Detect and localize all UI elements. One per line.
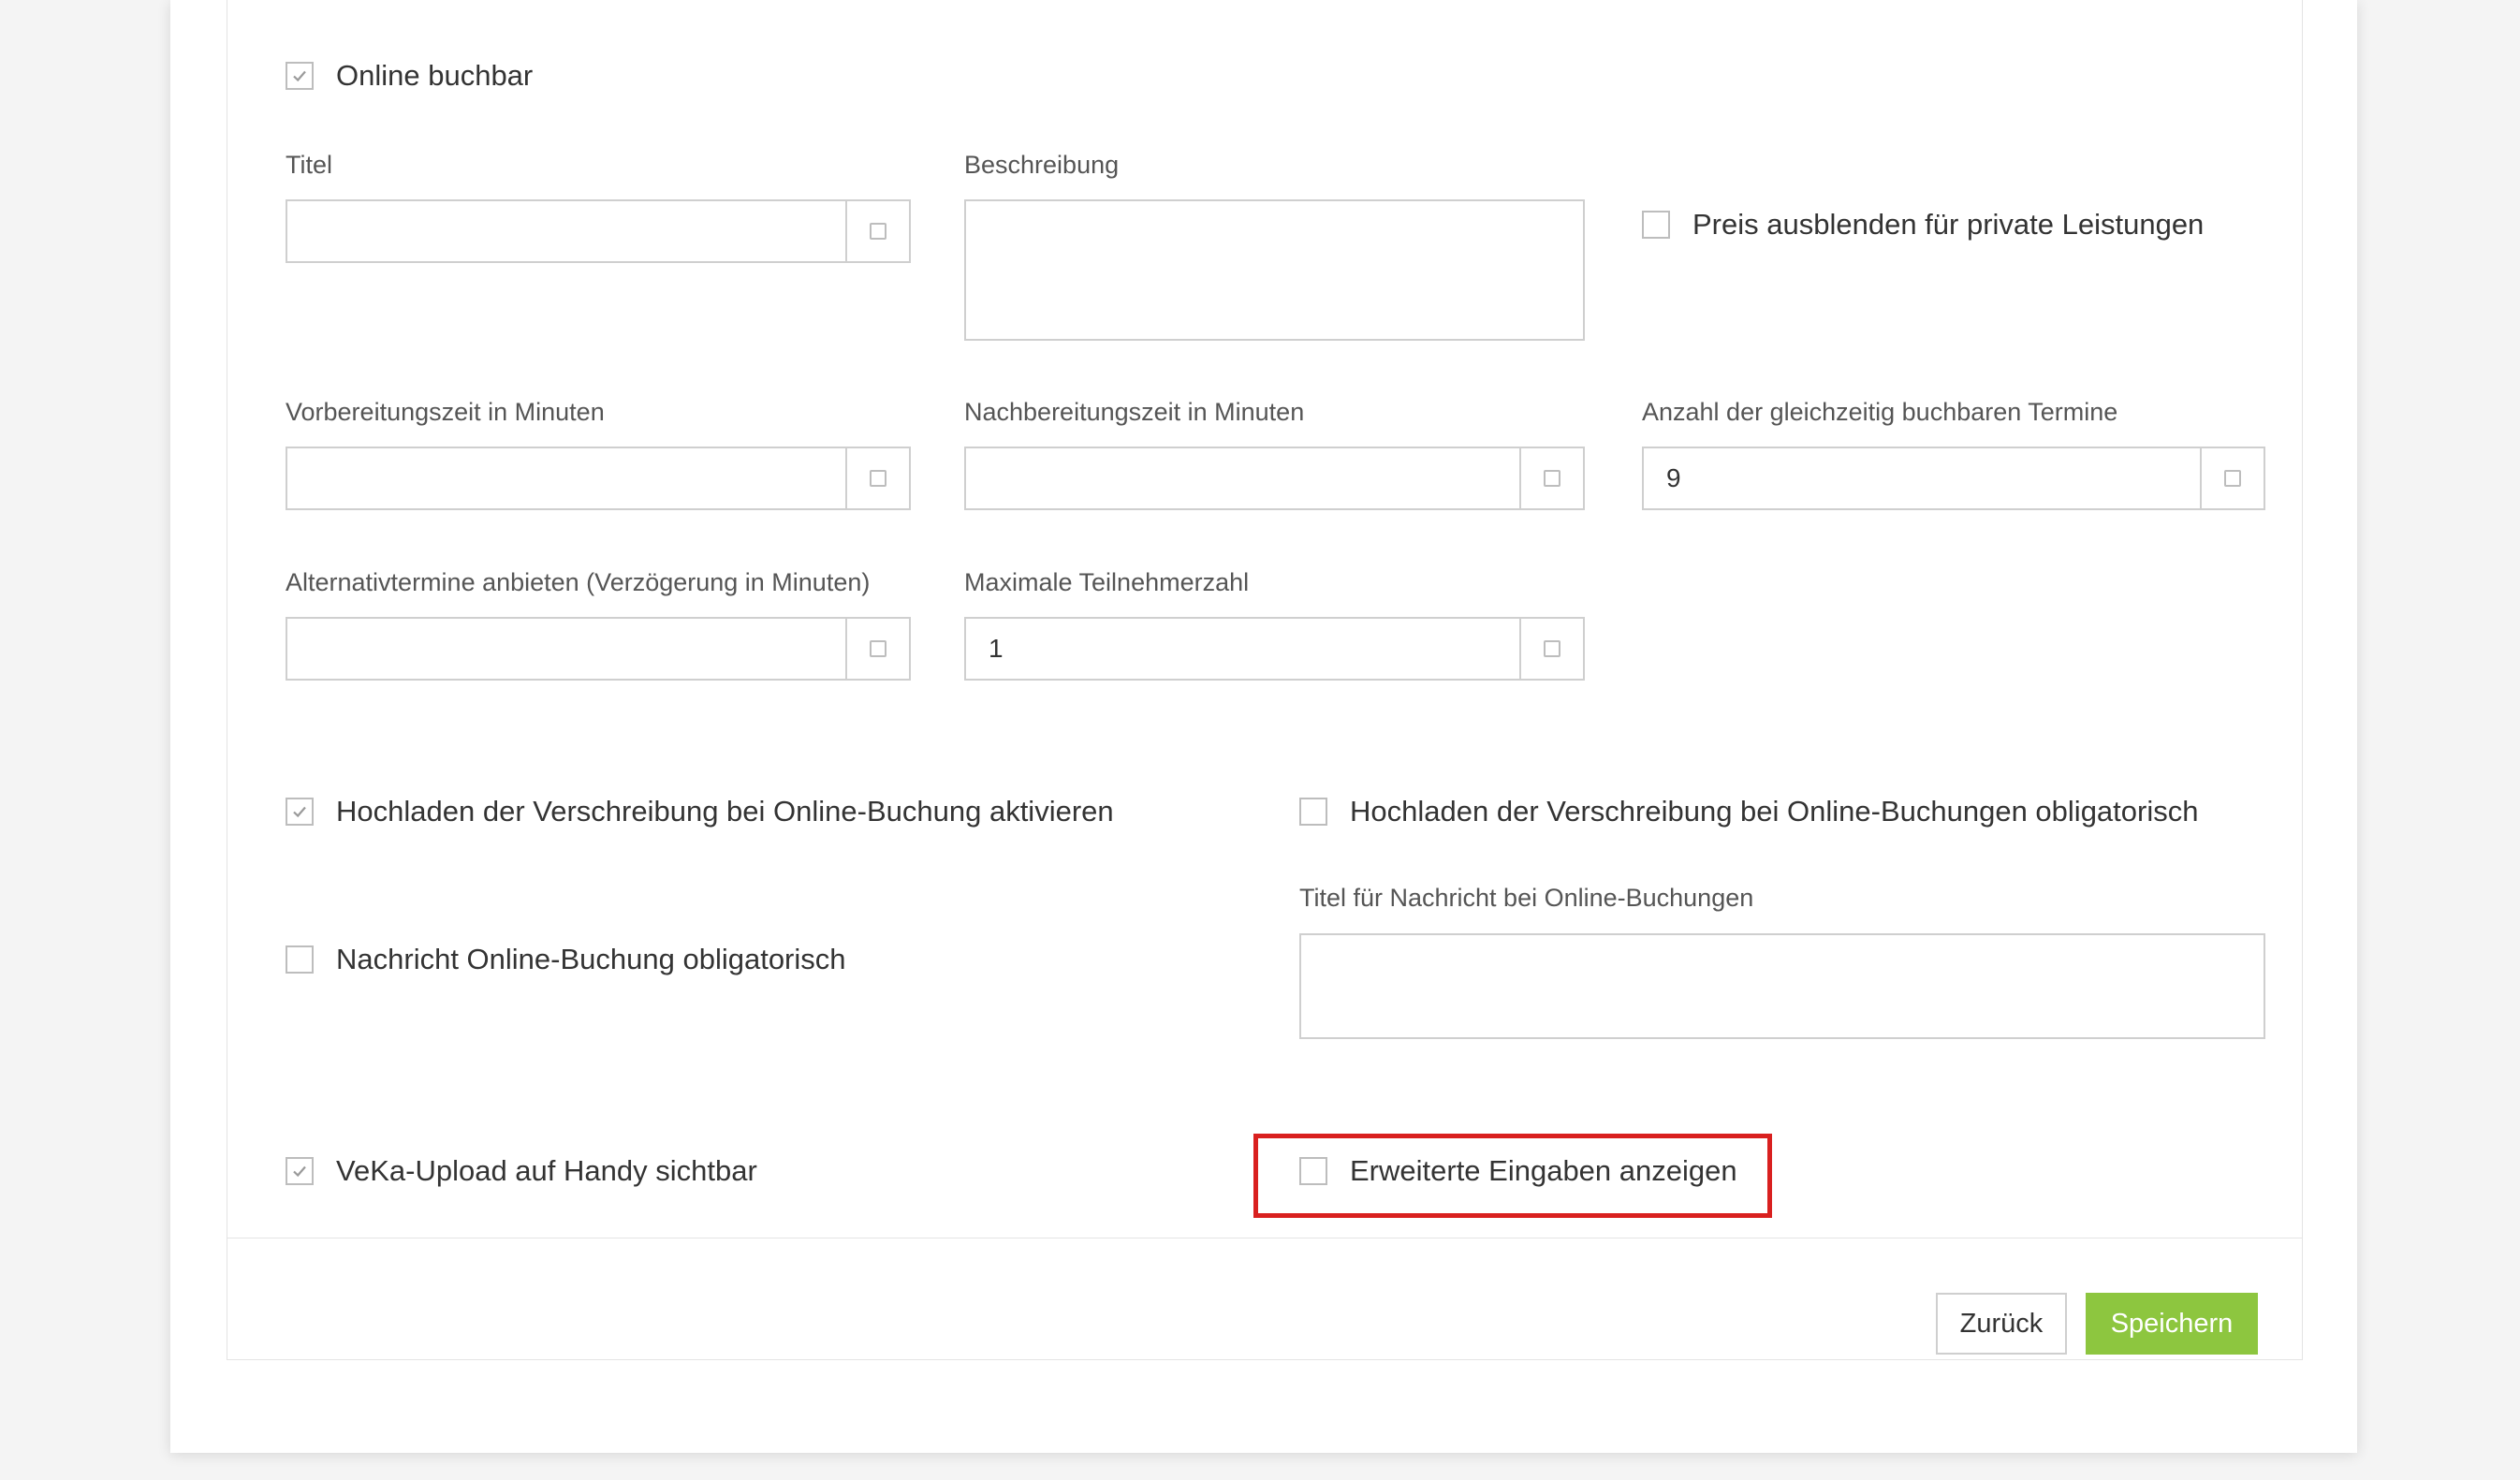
nachbereitungszeit-input[interactable] — [966, 448, 1521, 508]
online-buchbar-checkbox[interactable] — [286, 62, 314, 90]
max-teilnehmer-input[interactable] — [966, 619, 1521, 679]
max-teilnehmer-addon[interactable] — [1519, 619, 1583, 679]
titel-nachricht-field — [1299, 933, 2265, 1039]
veka-upload-checkbox[interactable] — [286, 1157, 314, 1185]
square-icon — [2224, 470, 2241, 487]
preis-ausblenden-checkbox-row[interactable]: Preis ausblenden für private Leistungen — [1642, 208, 2204, 242]
alternativtermine-field — [286, 617, 911, 681]
upload-obligatorisch-label: Hochladen der Verschreibung bei Online-B… — [1350, 795, 2199, 828]
square-icon — [870, 470, 886, 487]
titel-nachricht-label: Titel für Nachricht bei Online-Buchungen — [1299, 884, 1754, 912]
anzahl-termine-input[interactable] — [1644, 448, 2202, 508]
vorbereitungszeit-label: Vorbereitungszeit in Minuten — [286, 398, 605, 426]
nachricht-obligatorisch-label: Nachricht Online-Buchung obligatorisch — [336, 943, 846, 975]
save-button[interactable]: Speichern — [2086, 1293, 2258, 1355]
vorbereitungszeit-addon[interactable] — [845, 448, 909, 508]
anzahl-termine-label: Anzahl der gleichzeitig buchbaren Termin… — [1642, 398, 2118, 426]
check-icon — [293, 1165, 306, 1178]
erweiterte-eingaben-checkbox-row[interactable]: Erweiterte Eingaben anzeigen — [1299, 1154, 1737, 1188]
square-icon — [1544, 640, 1560, 657]
nachbereitungszeit-addon[interactable] — [1519, 448, 1583, 508]
veka-upload-label: VeKa-Upload auf Handy sichtbar — [336, 1154, 757, 1187]
square-icon — [870, 640, 886, 657]
beschreibung-field — [964, 199, 1585, 341]
upload-obligatorisch-checkbox[interactable] — [1299, 798, 1327, 826]
preis-ausblenden-label: Preis ausblenden für private Leistungen — [1692, 208, 2205, 241]
upload-obligatorisch-checkbox-row[interactable]: Hochladen der Verschreibung bei Online-B… — [1299, 795, 2198, 828]
veka-upload-checkbox-row[interactable]: VeKa-Upload auf Handy sichtbar — [286, 1154, 757, 1188]
erweiterte-eingaben-checkbox[interactable] — [1299, 1157, 1327, 1185]
alternativtermine-addon[interactable] — [845, 619, 909, 679]
anzahl-termine-field — [1642, 447, 2265, 510]
nachricht-obligatorisch-checkbox[interactable] — [286, 945, 314, 974]
nachbereitungszeit-label: Nachbereitungszeit in Minuten — [964, 398, 1305, 426]
beschreibung-textarea[interactable] — [966, 201, 1583, 339]
online-buchbar-checkbox-row[interactable]: Online buchbar — [286, 59, 533, 93]
check-icon — [293, 70, 306, 82]
check-icon — [293, 806, 306, 818]
anzahl-termine-addon[interactable] — [2200, 448, 2264, 508]
nachbereitungszeit-field — [964, 447, 1585, 510]
beschreibung-label: Beschreibung — [964, 151, 1120, 179]
alternativtermine-input[interactable] — [287, 619, 847, 679]
upload-aktivieren-checkbox-row[interactable]: Hochladen der Verschreibung bei Online-B… — [286, 795, 1114, 828]
erweiterte-eingaben-label: Erweiterte Eingaben anzeigen — [1350, 1154, 1737, 1187]
titel-nachricht-textarea[interactable] — [1301, 935, 2264, 1037]
alternativtermine-label: Alternativtermine anbieten (Verzögerung … — [286, 568, 871, 596]
vorbereitungszeit-field — [286, 447, 911, 510]
preis-ausblenden-checkbox[interactable] — [1642, 211, 1670, 239]
upload-aktivieren-checkbox[interactable] — [286, 798, 314, 826]
square-icon — [1544, 470, 1560, 487]
max-teilnehmer-label: Maximale Teilnehmerzahl — [964, 568, 1250, 596]
back-button[interactable]: Zurück — [1936, 1293, 2067, 1355]
max-teilnehmer-field — [964, 617, 1585, 681]
vorbereitungszeit-input[interactable] — [287, 448, 847, 508]
nachricht-obligatorisch-checkbox-row[interactable]: Nachricht Online-Buchung obligatorisch — [286, 943, 846, 976]
titel-input[interactable] — [287, 201, 847, 261]
titel-label: Titel — [286, 151, 333, 179]
online-buchbar-label: Online buchbar — [336, 59, 534, 92]
titel-field — [286, 199, 911, 263]
titel-addon[interactable] — [845, 201, 909, 261]
upload-aktivieren-label: Hochladen der Verschreibung bei Online-B… — [336, 795, 1114, 828]
square-icon — [870, 223, 886, 240]
